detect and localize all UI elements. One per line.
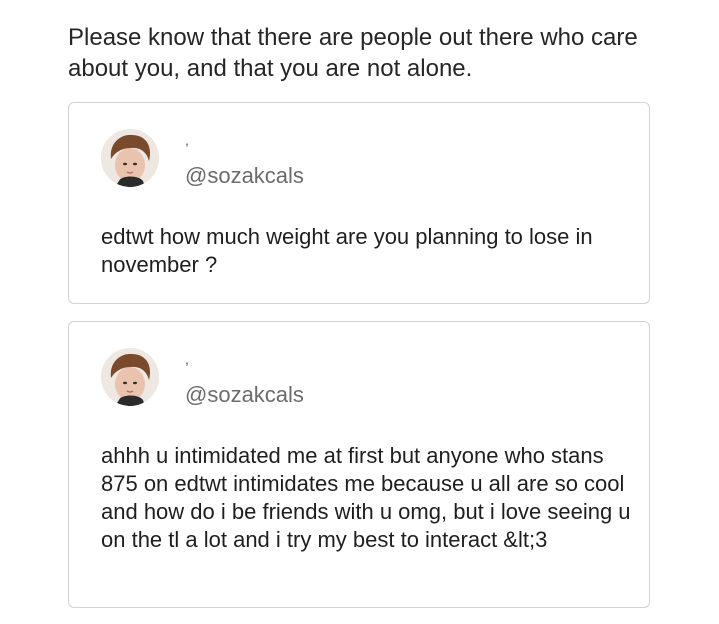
user-handle[interactable]: @sozakcals <box>185 163 304 189</box>
tweet-card[interactable]: , @sozakcals ahhh u intimidated me at fi… <box>68 321 650 608</box>
user-handle[interactable]: @sozakcals <box>185 382 304 408</box>
tweet-card[interactable]: , @sozakcals edtwt how much weight are y… <box>68 102 650 304</box>
profile-photo-icon <box>101 129 159 187</box>
safety-notice: Please know that there are people out th… <box>68 24 638 82</box>
display-name[interactable]: , <box>185 352 189 366</box>
profile-photo-icon <box>101 348 159 406</box>
tweet-text: edtwt how much weight are you planning t… <box>101 224 593 277</box>
avatar[interactable] <box>101 129 159 187</box>
display-name[interactable]: , <box>185 133 189 147</box>
tweet-text: ahhh u intimidated me at first but anyon… <box>101 443 631 552</box>
avatar[interactable] <box>101 348 159 406</box>
